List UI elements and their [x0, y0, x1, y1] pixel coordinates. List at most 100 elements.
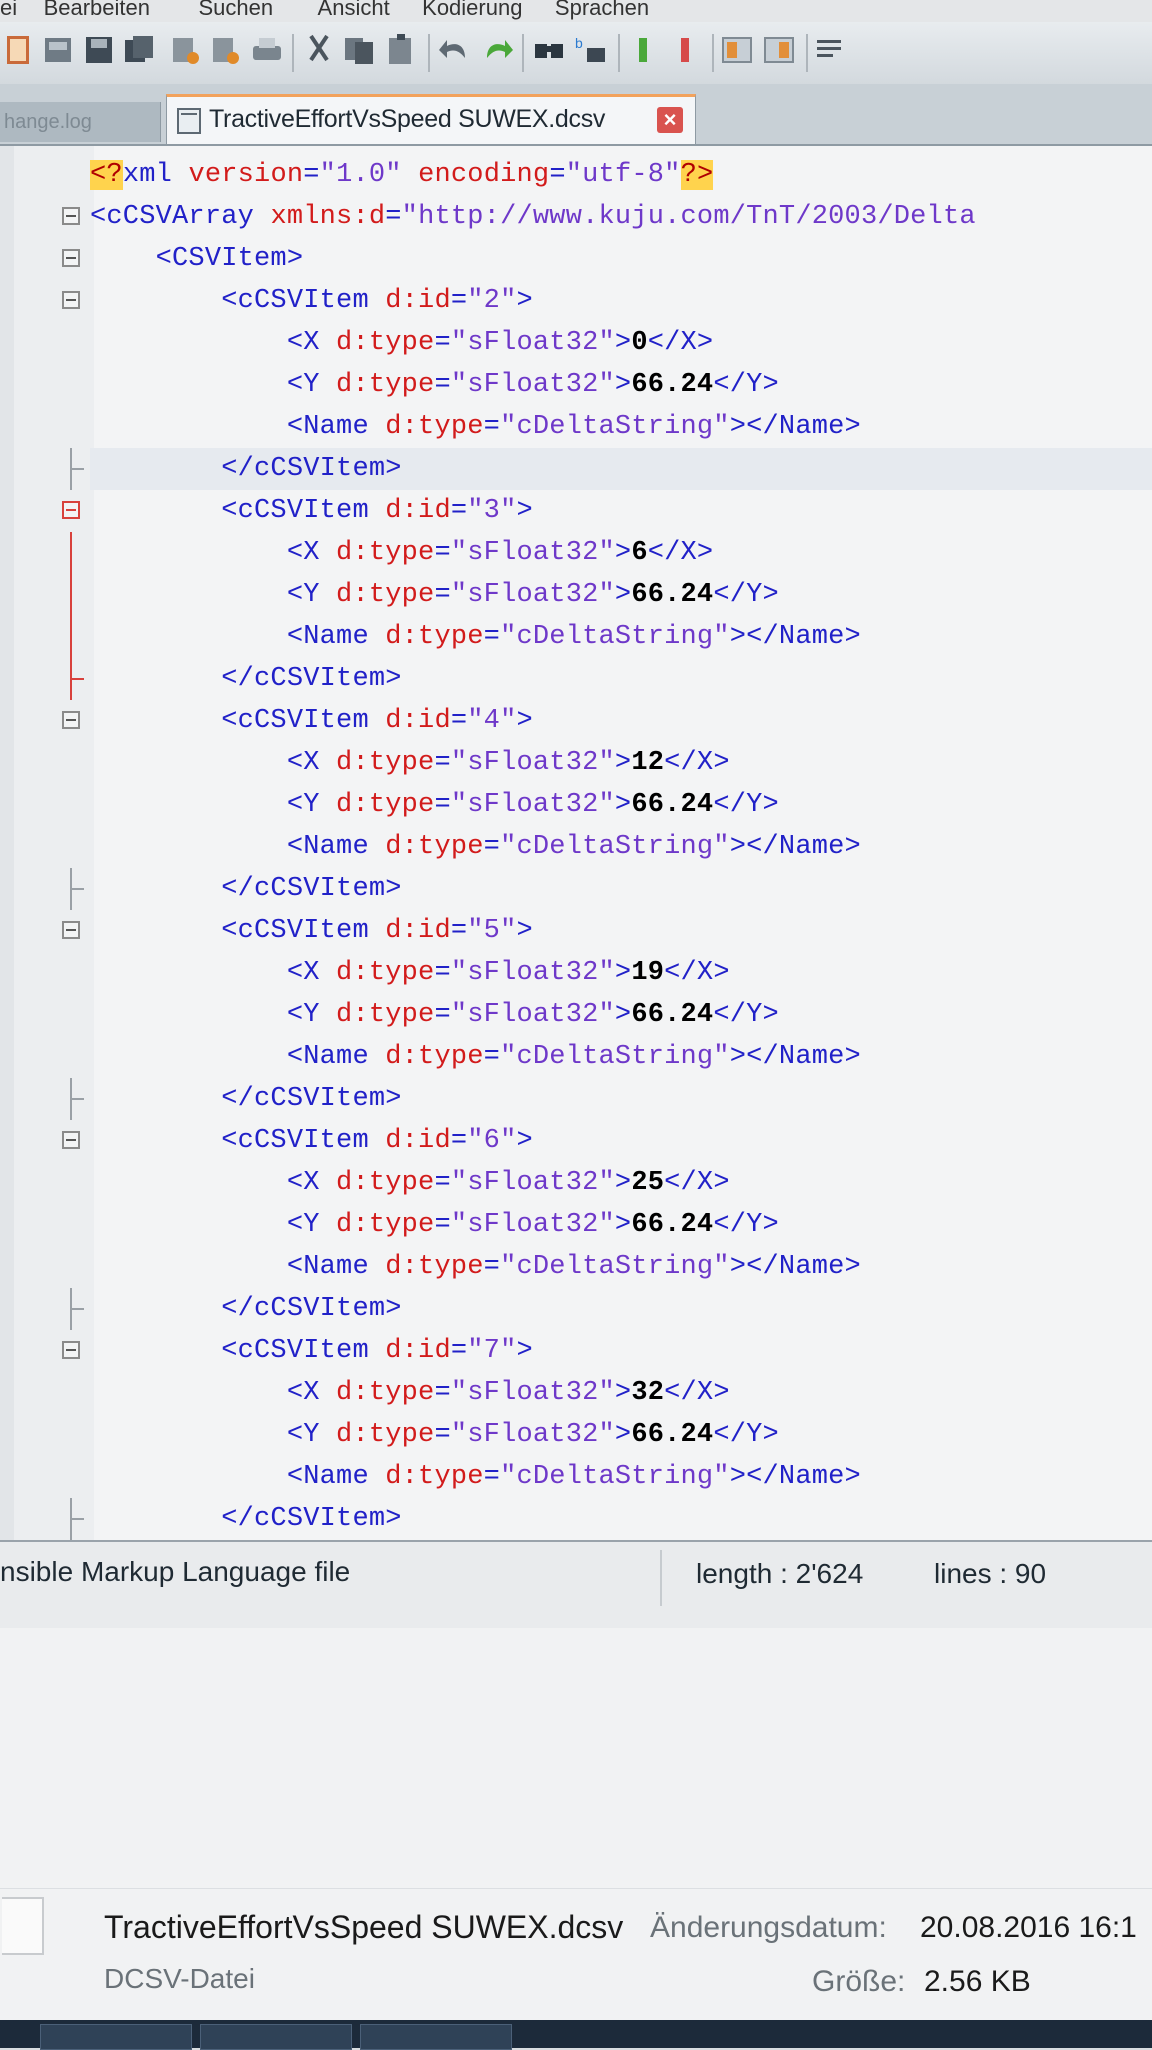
- file-icon: [2, 1897, 44, 1955]
- code-line[interactable]: <X d:type="sFloat32">6</X>: [70, 532, 1152, 574]
- menu-bar: ei Bearbeiten Suchen Ansicht Kodierung S…: [0, 0, 1152, 23]
- fold-line: [70, 1288, 84, 1330]
- status-lines: lines : 90: [934, 1558, 1047, 1589]
- fold-line: [70, 868, 84, 910]
- code-line[interactable]: <cCSVArray xmlns:d="http://www.kuju.com/…: [62, 196, 1152, 238]
- fold-toggle-icon[interactable]: [62, 207, 80, 225]
- fold-toggle-icon[interactable]: [62, 501, 80, 519]
- fold-line: [70, 532, 72, 574]
- code-line[interactable]: <Name d:type="cDeltaString"></Name>: [90, 1456, 1152, 1498]
- fold-toggle-icon[interactable]: [62, 921, 80, 939]
- code-line[interactable]: <Y d:type="sFloat32">66.24</Y>: [90, 1204, 1152, 1246]
- taskbar-button[interactable]: [200, 2024, 352, 2050]
- explorer-blank-area: [0, 1628, 1152, 1888]
- close-icon[interactable]: [166, 30, 204, 70]
- code-line[interactable]: </cCSVItem>: [70, 868, 1152, 910]
- find-icon[interactable]: [530, 30, 568, 70]
- code-line[interactable]: </cCSVItem>: [70, 1498, 1152, 1540]
- code-line[interactable]: </cCSVItem>: [70, 448, 1152, 490]
- tab-label: hange.log: [4, 111, 92, 133]
- sync-h-icon[interactable]: [760, 30, 798, 70]
- code-line[interactable]: <X d:type="sFloat32">32</X>: [90, 1372, 1152, 1414]
- code-line[interactable]: <cCSVItem d:id="2">: [62, 280, 1152, 322]
- menu-item-encoding[interactable]: Kodierung: [422, 0, 522, 19]
- save-all-icon[interactable]: [120, 30, 158, 70]
- code-line[interactable]: <?xml version="1.0" encoding="utf-8"?>: [90, 154, 1152, 196]
- menu-item-search[interactable]: Suchen: [198, 0, 273, 19]
- fold-line: [70, 1498, 84, 1540]
- wrap-icon[interactable]: [812, 30, 850, 70]
- details-date-label: Änderungsdatum:: [650, 1911, 887, 1944]
- print-icon[interactable]: [248, 30, 286, 70]
- zoom-in-icon[interactable]: [624, 30, 662, 70]
- code-line[interactable]: </cCSVItem>: [70, 1288, 1152, 1330]
- tab-label: TractiveEffortVsSpeed SUWEX.dcsv: [209, 105, 606, 133]
- code-editor[interactable]: <?xml version="1.0" encoding="utf-8"?> <c…: [0, 146, 1152, 1540]
- fold-toggle-icon[interactable]: [62, 1131, 80, 1149]
- taskbar-button[interactable]: [360, 2024, 512, 2050]
- close-all-icon[interactable]: [206, 30, 244, 70]
- code-line[interactable]: <Name d:type="cDeltaString"></Name>: [90, 1036, 1152, 1078]
- status-length: length : 2'624: [696, 1558, 864, 1589]
- code-line[interactable]: <Y d:type="sFloat32">66.24</Y>: [90, 784, 1152, 826]
- tab-change-log[interactable]: hange.log: [0, 102, 161, 142]
- new-file-icon[interactable]: [0, 30, 38, 70]
- details-file-type: DCSV-Datei: [104, 1963, 255, 1994]
- code-line[interactable]: <cCSVItem d:id="7">: [62, 1330, 1152, 1372]
- zoom-out-icon[interactable]: [666, 30, 704, 70]
- save-icon[interactable]: [80, 30, 118, 70]
- details-size-value: 2.56 KB: [924, 1965, 1031, 1998]
- taskbar-button[interactable]: [40, 2024, 192, 2050]
- menu-item-edit[interactable]: Bearbeiten: [44, 0, 150, 19]
- code-line[interactable]: <Name d:type="cDeltaString"></Name>: [90, 406, 1152, 448]
- code-line[interactable]: <cCSVItem d:id="4">: [62, 700, 1152, 742]
- status-bar: nsible Markup Language file length : 2'6…: [0, 1540, 1152, 1630]
- fold-line: [70, 1078, 84, 1120]
- menu-item-language[interactable]: Sprachen: [555, 0, 649, 19]
- details-date-value: 20.08.2016 16:1: [920, 1911, 1137, 1944]
- svg-text:b: b: [575, 35, 583, 51]
- undo-icon[interactable]: [436, 30, 474, 70]
- explorer-details-pane: TractiveEffortVsSpeed SUWEX.dcsv Änderun…: [0, 1888, 1152, 2021]
- code-line[interactable]: <Y d:type="sFloat32">66.24</Y>: [90, 1414, 1152, 1456]
- open-file-icon[interactable]: [40, 30, 78, 70]
- copy-icon[interactable]: [340, 30, 378, 70]
- fold-line: [70, 448, 84, 490]
- code-line[interactable]: <X d:type="sFloat32">12</X>: [90, 742, 1152, 784]
- code-line[interactable]: <Name d:type="cDeltaString"></Name>: [70, 616, 1152, 658]
- code-area[interactable]: <?xml version="1.0" encoding="utf-8"?> <c…: [62, 154, 1152, 1540]
- line-number-margin: [0, 146, 15, 1540]
- code-line[interactable]: <Y d:type="sFloat32">66.24</Y>: [90, 364, 1152, 406]
- tab-tractive-effort[interactable]: TractiveEffortVsSpeed SUWEX.dcsv ×: [166, 94, 696, 144]
- status-file-type: nsible Markup Language file: [0, 1556, 351, 1587]
- code-line[interactable]: </cCSVItem>: [70, 658, 1152, 700]
- fold-toggle-icon[interactable]: [62, 291, 80, 309]
- code-line[interactable]: </cCSVItem>: [70, 1078, 1152, 1120]
- paste-icon[interactable]: [382, 30, 420, 70]
- fold-line: [70, 574, 72, 616]
- code-line[interactable]: <CSVItem>: [62, 238, 1152, 280]
- fold-toggle-icon[interactable]: [62, 711, 80, 729]
- code-line[interactable]: <X d:type="sFloat32">25</X>: [90, 1162, 1152, 1204]
- code-line[interactable]: <X d:type="sFloat32">0</X>: [90, 322, 1152, 364]
- close-tab-icon[interactable]: ×: [657, 107, 683, 133]
- code-line[interactable]: <cCSVItem d:id="5">: [62, 910, 1152, 952]
- code-line[interactable]: <Y d:type="sFloat32">66.24</Y>: [70, 574, 1152, 616]
- code-line[interactable]: <cCSVItem d:id="3">: [62, 490, 1152, 532]
- cut-icon[interactable]: [300, 30, 338, 70]
- redo-icon[interactable]: [478, 30, 516, 70]
- fold-margin: [14, 146, 94, 1540]
- sync-v-icon[interactable]: [718, 30, 756, 70]
- code-line[interactable]: <Name d:type="cDeltaString"></Name>: [90, 826, 1152, 868]
- document-icon: [177, 108, 201, 134]
- menu-item-view[interactable]: Ansicht: [318, 0, 390, 19]
- fold-toggle-icon[interactable]: [62, 249, 80, 267]
- code-line[interactable]: <Y d:type="sFloat32">66.24</Y>: [90, 994, 1152, 1036]
- menu-item-file[interactable]: ei: [0, 0, 17, 19]
- code-line[interactable]: <X d:type="sFloat32">19</X>: [90, 952, 1152, 994]
- fold-toggle-icon[interactable]: [62, 1341, 80, 1359]
- code-line[interactable]: <cCSVItem d:id="6">: [62, 1120, 1152, 1162]
- code-line[interactable]: <Name d:type="cDeltaString"></Name>: [90, 1246, 1152, 1288]
- fold-line: [70, 616, 72, 658]
- replace-icon[interactable]: b: [572, 30, 610, 70]
